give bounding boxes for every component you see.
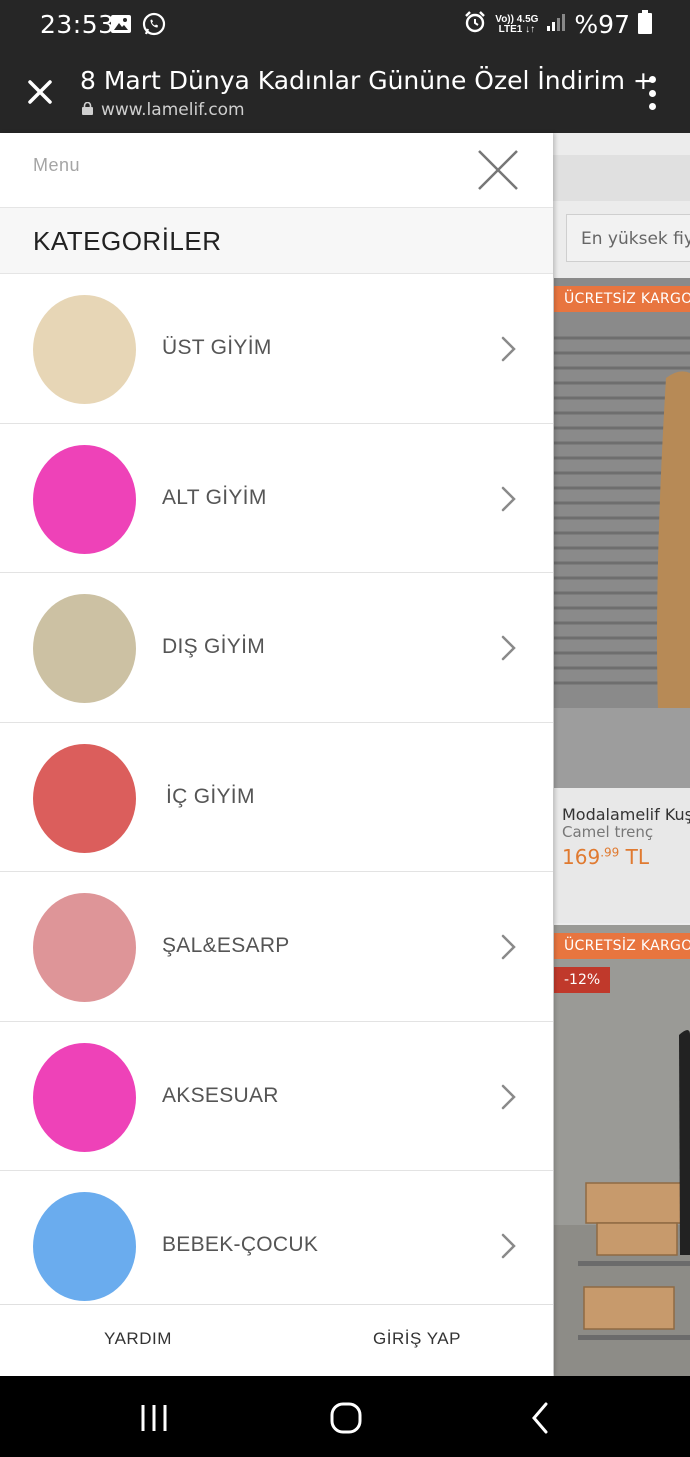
free-shipping-ribbon: ÜCRETSİZ KARGO	[554, 933, 690, 959]
menu-label: Menu	[33, 155, 81, 175]
category-thumbnail	[33, 1192, 136, 1301]
page-title: 8 Mart Dünya Kadınlar Gününe Özel İndiri…	[80, 66, 654, 95]
free-shipping-ribbon: ÜCRETSİZ KARGO	[554, 286, 690, 312]
product-subtitle: Camel trenç	[562, 823, 654, 841]
sort-select[interactable]: En yüksek fiyat	[566, 214, 690, 262]
category-label: DIŞ GİYİM	[162, 635, 266, 658]
page-url: www.lamelif.com	[82, 100, 245, 120]
whatsapp-icon	[142, 12, 166, 41]
close-icon[interactable]	[477, 149, 519, 191]
category-thumbnail	[33, 594, 136, 703]
more-options-icon[interactable]	[646, 76, 658, 110]
category-list: ÜST GİYİM ALT GİYİM DIŞ GİYİM İÇ GİYİM ŞAL&E…	[0, 274, 553, 1321]
battery-percent: %97	[574, 10, 630, 39]
drawer-header: Menu	[0, 133, 553, 208]
product-price: 169.99 TL	[562, 845, 649, 869]
category-label: ŞAL&ESARP	[162, 934, 290, 957]
status-right: Vo)) 4.5G LTE1 ↓↑ %97	[463, 10, 652, 39]
network-top: Vo)) 4.5G	[495, 13, 539, 25]
lock-icon	[82, 100, 93, 120]
category-thumbnail	[33, 1042, 136, 1152]
category-item[interactable]: AKSESUAR	[0, 1021, 553, 1171]
discount-badge: -12%	[554, 967, 611, 993]
product-name: Modalamelif Kuşaklı	[562, 805, 690, 824]
menu-drawer: Menu KATEGORİLER ÜST GİYİM ALT GİYİM DIŞ G…	[0, 133, 553, 1376]
category-item[interactable]: BEBEK-ÇOCUK	[0, 1171, 553, 1321]
alarm-icon	[463, 10, 487, 39]
chevron-right-icon[interactable]	[500, 485, 518, 513]
chevron-right-icon[interactable]	[500, 1083, 518, 1111]
chevron-right-icon[interactable]	[500, 634, 518, 662]
category-label: ALT GİYİM	[162, 485, 267, 509]
background-page: En yüksek fiyat ÜCRETSİZ KARGO	[553, 133, 690, 1376]
price-currency: TL	[625, 845, 649, 869]
price-main: 169	[562, 845, 601, 869]
price-cents: .99	[600, 845, 620, 860]
chevron-right-icon[interactable]	[500, 933, 518, 961]
product-image	[554, 278, 690, 788]
chevron-right-icon[interactable]	[500, 335, 518, 363]
category-thumbnail	[33, 295, 136, 404]
category-item[interactable]: ALT GİYİM	[0, 423, 553, 573]
network-indicator: Vo)) 4.5G LTE1 ↓↑	[495, 13, 539, 35]
status-left-icons	[110, 12, 166, 41]
status-time: 23:53	[40, 10, 115, 39]
categories-heading: KATEGORİLER	[0, 208, 553, 274]
image-icon	[110, 13, 132, 40]
battery-icon	[638, 10, 652, 39]
status-bar: 23:53 Vo)) 4.5G LTE1 ↓↑ %97	[0, 0, 690, 52]
product-card[interactable]: ÜCRETSİZ KARGO -12%	[554, 925, 690, 1376]
chevron-right-icon[interactable]	[500, 1232, 518, 1260]
category-label: İÇ GİYİM	[166, 784, 255, 808]
browser-bar: 8 Mart Dünya Kadınlar Gününe Özel İndiri…	[0, 52, 690, 133]
system-nav-bar	[0, 1376, 690, 1457]
category-label: BEBEK-ÇOCUK	[162, 1233, 319, 1256]
recent-apps-icon[interactable]	[136, 1400, 172, 1436]
login-link[interactable]: GİRİŞ YAP	[373, 1329, 461, 1349]
category-item[interactable]: ÜST GİYİM	[0, 274, 553, 424]
category-thumbnail	[33, 893, 136, 1002]
close-tab-icon[interactable]	[22, 74, 58, 110]
categories-heading-text: KATEGORİLER	[33, 226, 222, 256]
back-icon[interactable]	[522, 1400, 558, 1436]
category-thumbnail	[33, 444, 136, 554]
drawer-footer: YARDIM GİRİŞ YAP	[0, 1304, 553, 1376]
category-item[interactable]: İÇ GİYİM	[0, 722, 553, 872]
url-text: www.lamelif.com	[101, 100, 245, 120]
category-item[interactable]: DIŞ GİYİM	[0, 573, 553, 723]
filter-strip	[553, 155, 690, 201]
category-label: AKSESUAR	[162, 1083, 279, 1107]
category-item[interactable]: ŞAL&ESARP	[0, 872, 553, 1022]
network-bottom: LTE1 ↓↑	[498, 23, 536, 35]
help-link[interactable]: YARDIM	[104, 1329, 172, 1349]
category-thumbnail	[33, 743, 136, 853]
home-icon[interactable]	[328, 1400, 364, 1436]
product-card[interactable]: ÜCRETSİZ KARGO Modalamelif Kuşaklı Camel…	[554, 278, 690, 923]
category-label: ÜST GİYİM	[162, 336, 272, 359]
signal-icon	[546, 12, 566, 37]
